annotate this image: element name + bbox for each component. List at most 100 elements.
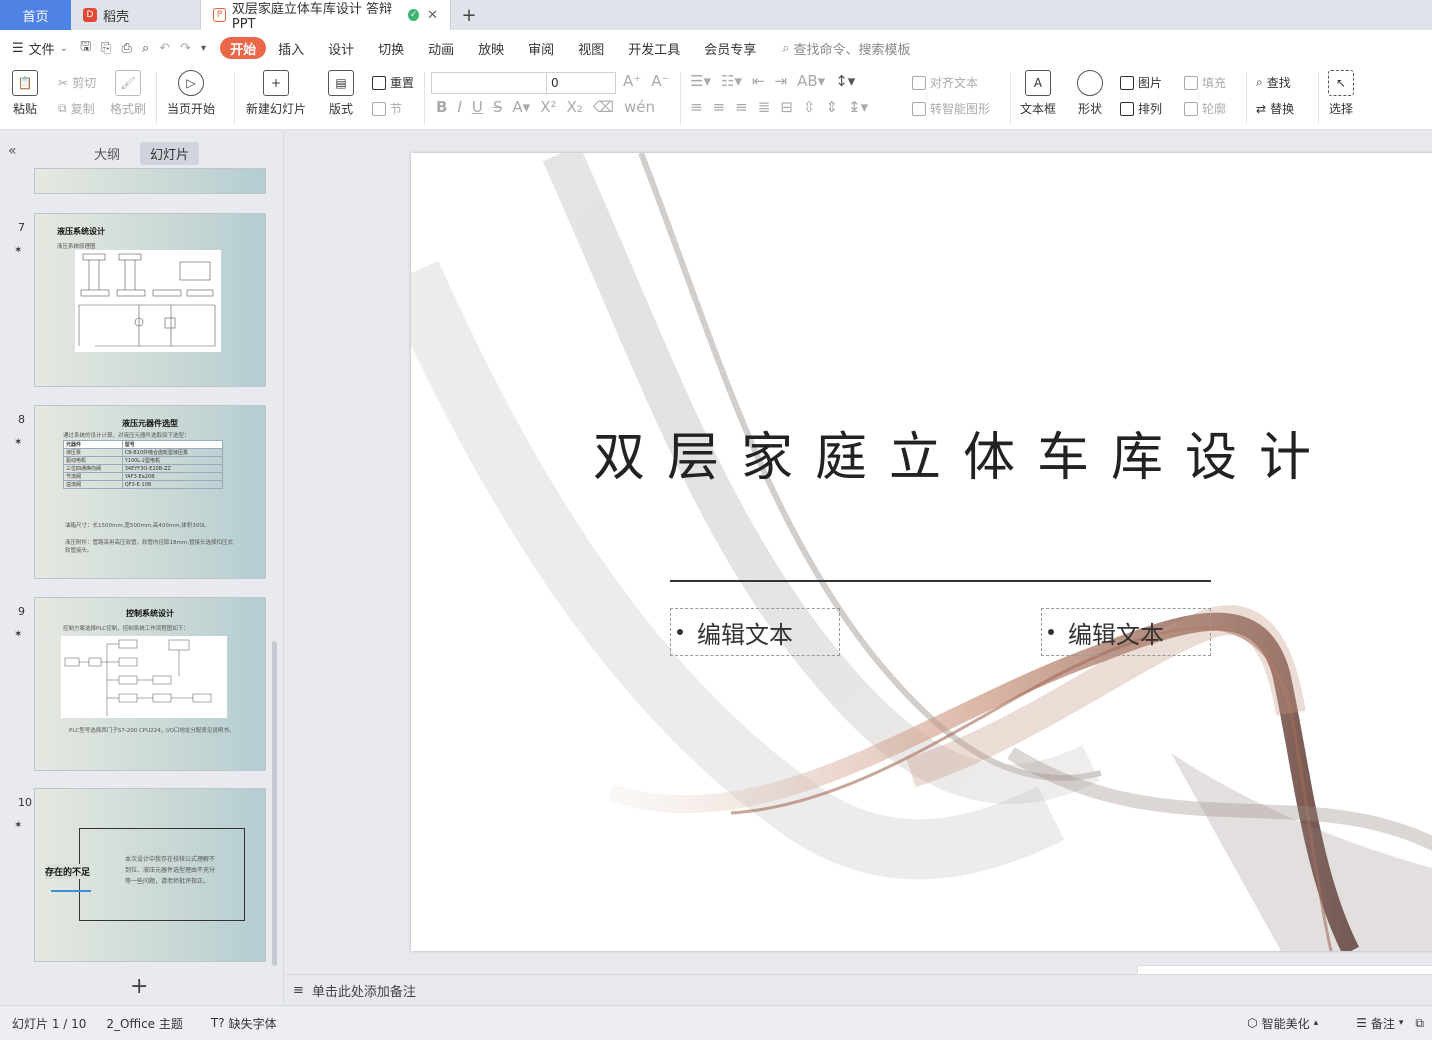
animation-star-icon: ✶ xyxy=(14,629,23,640)
distribute-icon[interactable]: ⊟ xyxy=(780,98,793,116)
slide-editor: 双层家庭立体车库设计 编辑文本 编辑文本 xyxy=(285,131,1432,974)
italic-icon[interactable]: I xyxy=(457,98,461,116)
slide-thumb-9[interactable]: 控制系统设计 控制方案选择PLC控制，控制系统工作流程图如下： PLC型号选择西 xyxy=(34,597,266,771)
select-button[interactable]: ↖ 选择 xyxy=(1328,70,1354,117)
decrease-indent-icon[interactable]: ⇤ xyxy=(752,72,765,90)
outline-button[interactable]: 轮廓 xyxy=(1184,100,1226,117)
slide-thumb-7[interactable]: 液压系统设计 液压系统原理图 xyxy=(34,213,266,387)
line-spacing-menu-icon[interactable]: ↨▾ xyxy=(848,98,868,116)
menu-tab-design[interactable]: 设计 xyxy=(316,37,366,59)
picture-button[interactable]: 图片 xyxy=(1120,74,1162,91)
smart-beautify-button[interactable]: ⬡ 智能美化 ▴ xyxy=(1247,1015,1318,1032)
tab-slides[interactable]: 幻灯片 xyxy=(140,141,200,165)
redo-icon[interactable]: ↷ xyxy=(180,41,191,56)
slide-panel-scrollbar[interactable] xyxy=(272,641,277,966)
menu-tab-home[interactable]: 开始 xyxy=(220,37,267,59)
clear-format-icon[interactable]: ⌫ xyxy=(593,98,614,116)
font-color-icon[interactable]: A▾ xyxy=(512,98,530,116)
justify-icon[interactable]: ≣ xyxy=(758,98,771,116)
notes-pane[interactable]: ≡ 单击此处添加备注 xyxy=(285,974,1432,1005)
menu-tab-review[interactable]: 审阅 xyxy=(516,37,566,59)
text-direction-icon[interactable]: AB▾ xyxy=(797,72,825,90)
customize-icon[interactable]: ▾ xyxy=(201,43,206,54)
section-button[interactable]: 节 xyxy=(372,100,402,117)
format-brush-button[interactable]: 🖌 格式刷 xyxy=(110,70,146,117)
slide-title[interactable]: 双层家庭立体车库设计 xyxy=(593,415,1333,490)
paste-button[interactable]: 📋 粘贴 xyxy=(12,70,38,117)
decrease-font-icon[interactable]: A⁻ xyxy=(651,72,669,90)
add-slide-button[interactable]: + xyxy=(130,974,148,999)
line-spacing-icon[interactable]: ↕▾ xyxy=(835,72,855,90)
floating-toolbar[interactable] xyxy=(1137,965,1432,974)
subscript-icon[interactable]: X₂ xyxy=(566,98,582,116)
thumb-7-title: 液压系统设计 xyxy=(57,227,105,236)
undo-icon[interactable]: ↶ xyxy=(159,41,170,56)
arrange-button[interactable]: 排列 xyxy=(1120,100,1162,117)
align-right-icon[interactable]: ≡ xyxy=(735,98,748,116)
menu-tab-animation[interactable]: 动画 xyxy=(416,37,466,59)
new-slide-button[interactable]: + 新建幻灯片 xyxy=(246,70,306,117)
theme-name[interactable]: 2_Office 主题 xyxy=(106,1015,182,1032)
current-slide[interactable]: 双层家庭立体车库设计 编辑文本 编辑文本 xyxy=(411,153,1432,951)
bold-icon[interactable]: B xyxy=(436,98,447,116)
text-placeholder-left[interactable]: 编辑文本 xyxy=(670,608,840,656)
tab-outline[interactable]: 大纲 xyxy=(84,142,130,165)
comment-icon[interactable]: ⧉ xyxy=(1415,1016,1424,1031)
chevron-up-icon: ▴ xyxy=(1313,1018,1319,1028)
align-center-icon[interactable]: ≡ xyxy=(713,98,726,116)
bullets-icon[interactable]: ☰▾ xyxy=(690,72,711,90)
align-text-button[interactable]: 对齐文本 xyxy=(912,74,978,91)
thumb-7-subtitle: 液压系统原理图 xyxy=(57,244,96,250)
play-from-current-button[interactable]: ▷ 当页开始 xyxy=(167,70,215,117)
copy-button[interactable]: ⧉ 复制 xyxy=(58,100,95,117)
menu-tab-insert[interactable]: 插入 xyxy=(266,37,316,59)
collapse-panel-icon[interactable]: « xyxy=(8,143,17,159)
menu-tab-view[interactable]: 视图 xyxy=(566,37,616,59)
numbering-icon[interactable]: ☷▾ xyxy=(721,72,742,90)
tab-home[interactable]: 首页 xyxy=(0,0,71,30)
slide-thumb-8[interactable]: 液压元器件选型 通过系统的设计计算，对液压元器件选取如下选型： 元器件 型号 液压… xyxy=(34,405,266,579)
underline-icon[interactable]: U xyxy=(472,98,483,116)
font-family-select[interactable] xyxy=(431,72,547,94)
smartart-button[interactable]: 转智能图形 xyxy=(912,100,990,117)
command-search[interactable]: ⌕ 查找命令、搜索模板 xyxy=(782,39,910,58)
replace-button[interactable]: ⇄ 替换 xyxy=(1256,100,1294,117)
phonetic-icon[interactable]: wén xyxy=(624,98,655,116)
find-button[interactable]: ⌕ 查找 xyxy=(1256,74,1291,91)
reset-button[interactable]: 重置 xyxy=(372,74,414,91)
slide-thumb-10[interactable]: 存在的不足 本次设计中我存在校核公式理解不到位、液压元器件选型理由不充分等一些问… xyxy=(34,788,266,962)
menu-tab-developer[interactable]: 开发工具 xyxy=(616,37,692,59)
tab-daoke[interactable]: D 稻壳 xyxy=(71,0,201,30)
menu-tab-transition[interactable]: 切换 xyxy=(366,37,416,59)
superscript-icon[interactable]: X² xyxy=(540,98,556,116)
notes-toggle-button[interactable]: ☰ 备注 ▾ ⧉ xyxy=(1356,1015,1424,1032)
cut-button[interactable]: ✂ 剪切 xyxy=(58,74,96,91)
print-preview-icon[interactable]: ⌕ xyxy=(142,41,149,56)
layout-button[interactable]: ▤ 版式 xyxy=(328,70,354,117)
increase-indent-icon[interactable]: ⇥ xyxy=(775,72,788,90)
para-spacing-icon[interactable]: ⇕ xyxy=(825,98,838,116)
increase-font-icon[interactable]: A⁺ xyxy=(623,72,641,90)
file-menu[interactable]: ☰ 文件 ⌄ xyxy=(12,39,68,58)
close-tab-icon[interactable]: ✕ xyxy=(427,8,438,23)
textbox-button[interactable]: A 文本框 xyxy=(1020,70,1056,117)
save-icon[interactable]: 🖫 xyxy=(80,37,91,59)
strikethrough-icon[interactable]: S xyxy=(493,98,503,116)
menu-bar: ☰ 文件 ⌄ 🖫 ⎘ ⎙ ⌕ ↶ ↷ ▾ 开始 插入 设计 切换 动画 放映 审… xyxy=(0,30,1432,66)
menu-tab-member[interactable]: 会员专享 xyxy=(692,37,768,59)
export-icon[interactable]: ⎘ xyxy=(101,41,111,56)
new-tab-button[interactable]: + xyxy=(451,0,487,30)
thumb-10-accent-line xyxy=(51,890,91,892)
missing-font-button[interactable]: T? 缺失字体 xyxy=(211,1015,277,1032)
print-icon[interactable]: ⎙ xyxy=(122,41,132,56)
align-left-icon[interactable]: ≡ xyxy=(690,98,703,116)
font-size-select[interactable]: 0 xyxy=(546,72,616,94)
menu-tab-slideshow[interactable]: 放映 xyxy=(466,37,516,59)
shape-button[interactable]: 形状 xyxy=(1077,70,1103,117)
missing-font-icon: T? xyxy=(210,1016,225,1030)
slide-thumb-6[interactable] xyxy=(34,168,266,194)
text-placeholder-right[interactable]: 编辑文本 xyxy=(1041,608,1211,656)
fill-button[interactable]: 填充 xyxy=(1184,74,1226,91)
column-spacing-icon[interactable]: ⇳ xyxy=(803,98,816,116)
tab-document[interactable]: P 双层家庭立体车库设计 答辩PPT ✓ ✕ xyxy=(201,0,451,32)
